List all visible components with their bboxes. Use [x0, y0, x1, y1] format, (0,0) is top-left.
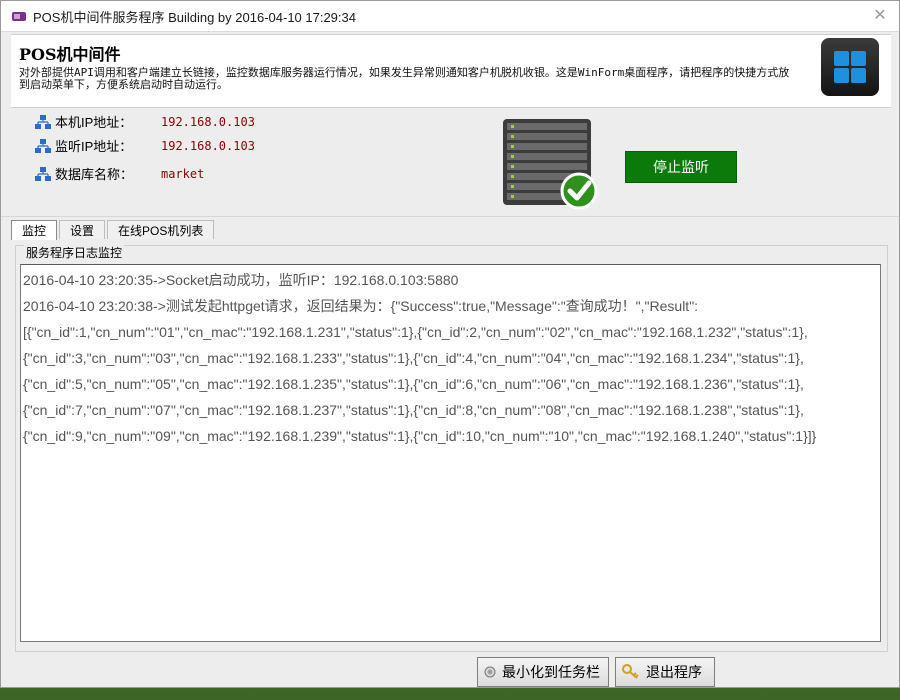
log-line: 2016-04-10 23:20:38->测试发起httpget请求，返回结果为…	[23, 298, 699, 314]
minimize-button-label: 最小化到任务栏	[502, 664, 600, 680]
title-bar[interactable]: POS机中间件服务程序 Building by 2016-04-10 17:29…	[1, 1, 899, 32]
network-icon	[35, 138, 51, 153]
log-group: 服务程序日志监控 2016-04-10 23:20:35->Socket启动成功…	[15, 244, 888, 652]
banner-description: 对外部提供API调用和客户端建立长链接，监控数据库服务器运行情况，如果发生异常则…	[19, 66, 790, 91]
log-line: {"cn_id":7,"cn_num":"07","cn_mac":"192.1…	[23, 402, 804, 418]
close-icon[interactable]: ✕	[871, 6, 889, 24]
network-icon	[35, 114, 51, 129]
tab-online-pos-list[interactable]: 在线POS机列表	[107, 220, 215, 239]
key-icon	[622, 664, 640, 680]
banner-title: POS机中间件	[19, 45, 121, 64]
listen-ip-label: 监听IP地址：	[55, 139, 133, 154]
log-line: [{"cn_id":1,"cn_num":"01","cn_mac":"192.…	[23, 324, 808, 340]
db-name-value: market	[161, 166, 205, 181]
tab-bar: 监控 设置 在线POS机列表	[11, 220, 216, 240]
exit-button-label: 退出程序	[646, 664, 702, 680]
log-line: 2016-04-10 23:20:35->Socket启动成功，监听IP：192…	[23, 272, 459, 288]
server-check-icon	[497, 117, 601, 211]
log-line: {"cn_id":3,"cn_num":"03","cn_mac":"192.1…	[23, 350, 804, 366]
local-ip-value: 192.168.0.103	[161, 114, 255, 129]
window-title: POS机中间件服务程序 Building by 2016-04-10 17:29…	[33, 9, 356, 25]
listen-ip-row: 监听IP地址： 192.168.0.103	[35, 136, 255, 155]
app-icon	[11, 10, 27, 22]
main-window: POS机中间件服务程序 Building by 2016-04-10 17:29…	[0, 0, 900, 688]
listen-ip-value: 192.168.0.103	[161, 138, 255, 153]
log-group-label: 服务程序日志监控	[24, 244, 125, 261]
log-line: {"cn_id":9,"cn_num":"09","cn_mac":"192.1…	[23, 428, 817, 444]
tab-monitor[interactable]: 监控	[11, 220, 58, 240]
divider	[1, 216, 899, 217]
header-banner: POS机中间件 对外部提供API调用和客户端建立长链接，监控数据库服务器运行情况…	[11, 34, 891, 108]
log-textbox[interactable]: 2016-04-10 23:20:35->Socket启动成功，监听IP：192…	[20, 264, 881, 642]
minimize-to-taskbar-button[interactable]: 最小化到任务栏	[477, 657, 609, 687]
db-name-label: 数据库名称：	[55, 167, 134, 182]
local-ip-row: 本机IP地址： 192.168.0.103	[35, 112, 255, 131]
network-icon	[35, 166, 51, 181]
local-ip-label: 本机IP地址：	[55, 115, 133, 130]
log-line: {"cn_id":5,"cn_num":"05","cn_mac":"192.1…	[23, 376, 804, 392]
db-name-row: 数据库名称： market	[35, 164, 204, 183]
bottom-buttons: 最小化到任务栏 退出程序	[477, 657, 721, 687]
tab-settings[interactable]: 设置	[59, 220, 106, 239]
radio-dot-icon	[484, 666, 496, 678]
stop-listen-button[interactable]: 停止监听	[625, 151, 737, 183]
windows-logo-icon	[821, 38, 879, 96]
exit-program-button[interactable]: 退出程序	[615, 657, 715, 687]
